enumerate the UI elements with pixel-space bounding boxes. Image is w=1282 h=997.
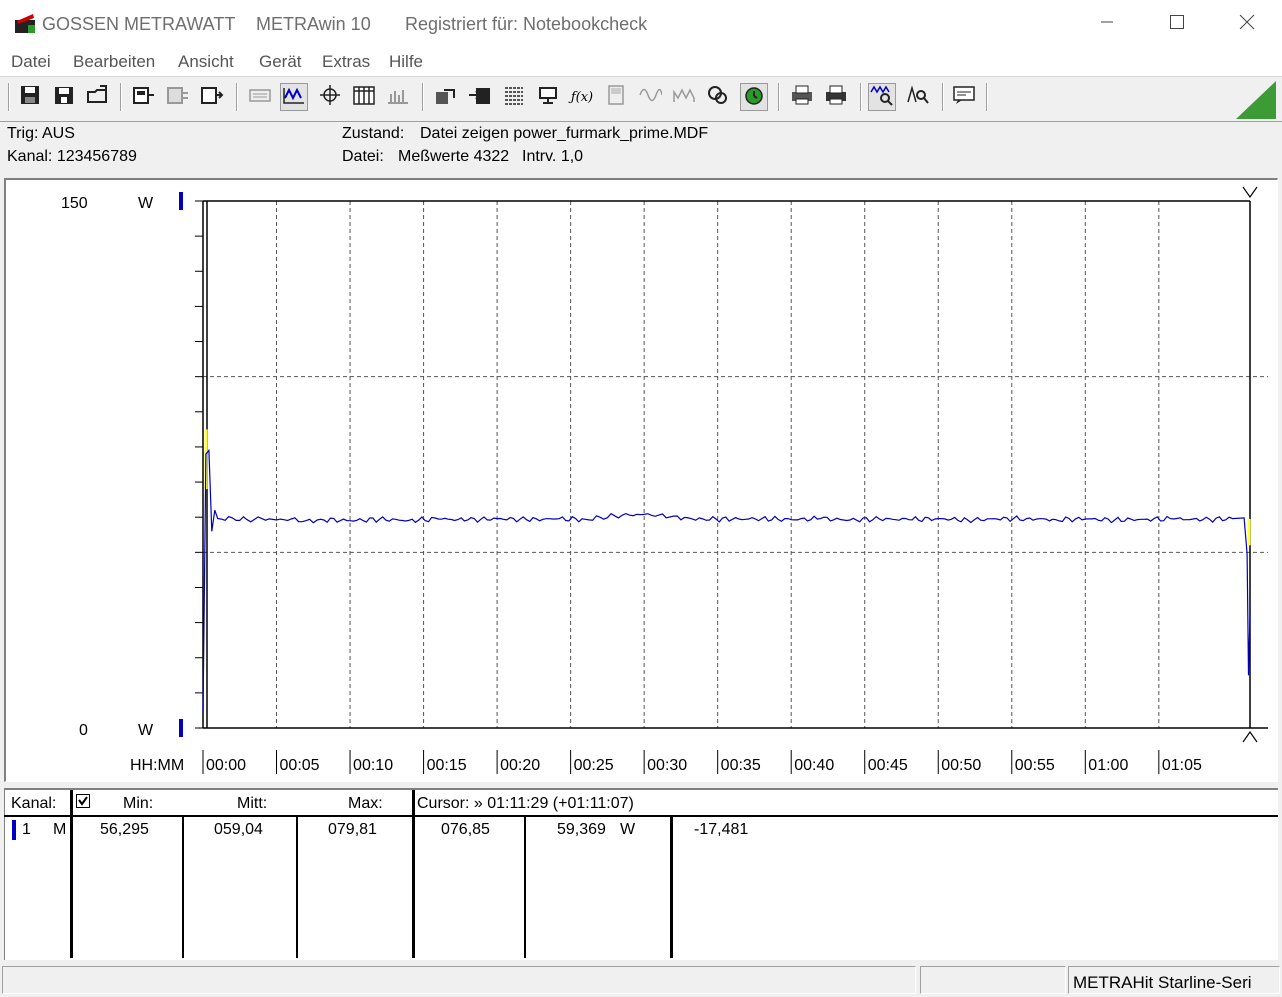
x-tick-label: 00:00 (206, 757, 246, 774)
status-device: METRAHit Starline-Seri (1068, 966, 1280, 994)
row-mitt: 059,04 (214, 821, 263, 838)
table-header-divider (4, 815, 1278, 817)
header-cursor: Cursor: » 01:11:29 (+01:11:07) (417, 795, 634, 812)
row-channel: 1 (22, 821, 31, 838)
x-tick-label: 01:00 (1088, 757, 1128, 774)
y-max-label: 150 (61, 195, 88, 212)
x-tick-label: 00:45 (868, 757, 908, 774)
y-min-label: 0 (79, 722, 88, 739)
x-tick-label: 01:05 (1162, 757, 1202, 774)
chart-axes (179, 186, 1268, 774)
x-axis-label: HH:MM (130, 757, 184, 774)
row-diff: -17,481 (694, 821, 749, 838)
header-min: Min: (123, 795, 154, 812)
measurement-table (4, 788, 1278, 960)
series-line (202, 448, 1251, 714)
table-divider (412, 790, 415, 958)
x-tick-label: 00:15 (427, 757, 467, 774)
y-unit-top: W (138, 195, 154, 212)
channel-color-marker (12, 820, 16, 840)
cursor-bottom-marker (1242, 730, 1258, 743)
y-min-marker (179, 719, 183, 737)
row-mode: M (53, 821, 67, 838)
row-unit: W (620, 821, 636, 838)
status-bar: METRAHit Starline-Seri (0, 964, 1282, 997)
x-tick-label: 00:50 (941, 757, 981, 774)
chart-labels: 00:00 00:05 00:10 00:15 00:20 00:25 00:30 00:35… (61, 195, 1202, 774)
x-tick-label: 00:10 (353, 757, 393, 774)
x-tick-label: 00:20 (500, 757, 540, 774)
x-tick-label: 00:05 (280, 757, 320, 774)
row-min: 56,295 (100, 821, 149, 838)
checkmark-icon (77, 795, 89, 807)
x-tick-label: 00:55 (1015, 757, 1055, 774)
row-cursor1: 076,85 (441, 821, 490, 838)
y-max-marker (179, 192, 183, 210)
row-max: 079,81 (328, 821, 377, 838)
header-kanal: Kanal: (11, 795, 57, 812)
y-unit-bottom: W (138, 722, 154, 739)
chart-grid (203, 201, 1268, 728)
x-tick-label: 00:30 (647, 757, 687, 774)
table-row[interactable]: 1 M 56,295 059,04 079,81 076,85 59,369 W… (6, 818, 1276, 844)
status-panel-main (2, 966, 916, 994)
header-mitt: Mitt: (237, 795, 268, 812)
row-cursor2: 59,369 (557, 821, 606, 838)
x-tick-label: 00:25 (574, 757, 614, 774)
x-tick-label: 00:40 (794, 757, 834, 774)
select-all-checkbox[interactable] (76, 794, 90, 808)
status-panel-mid (920, 966, 1066, 994)
x-tick-label: 00:35 (721, 757, 761, 774)
header-max: Max: (348, 795, 383, 812)
table-divider (70, 790, 73, 958)
cursor-top-marker (1242, 186, 1258, 199)
chart-series (202, 448, 1251, 714)
